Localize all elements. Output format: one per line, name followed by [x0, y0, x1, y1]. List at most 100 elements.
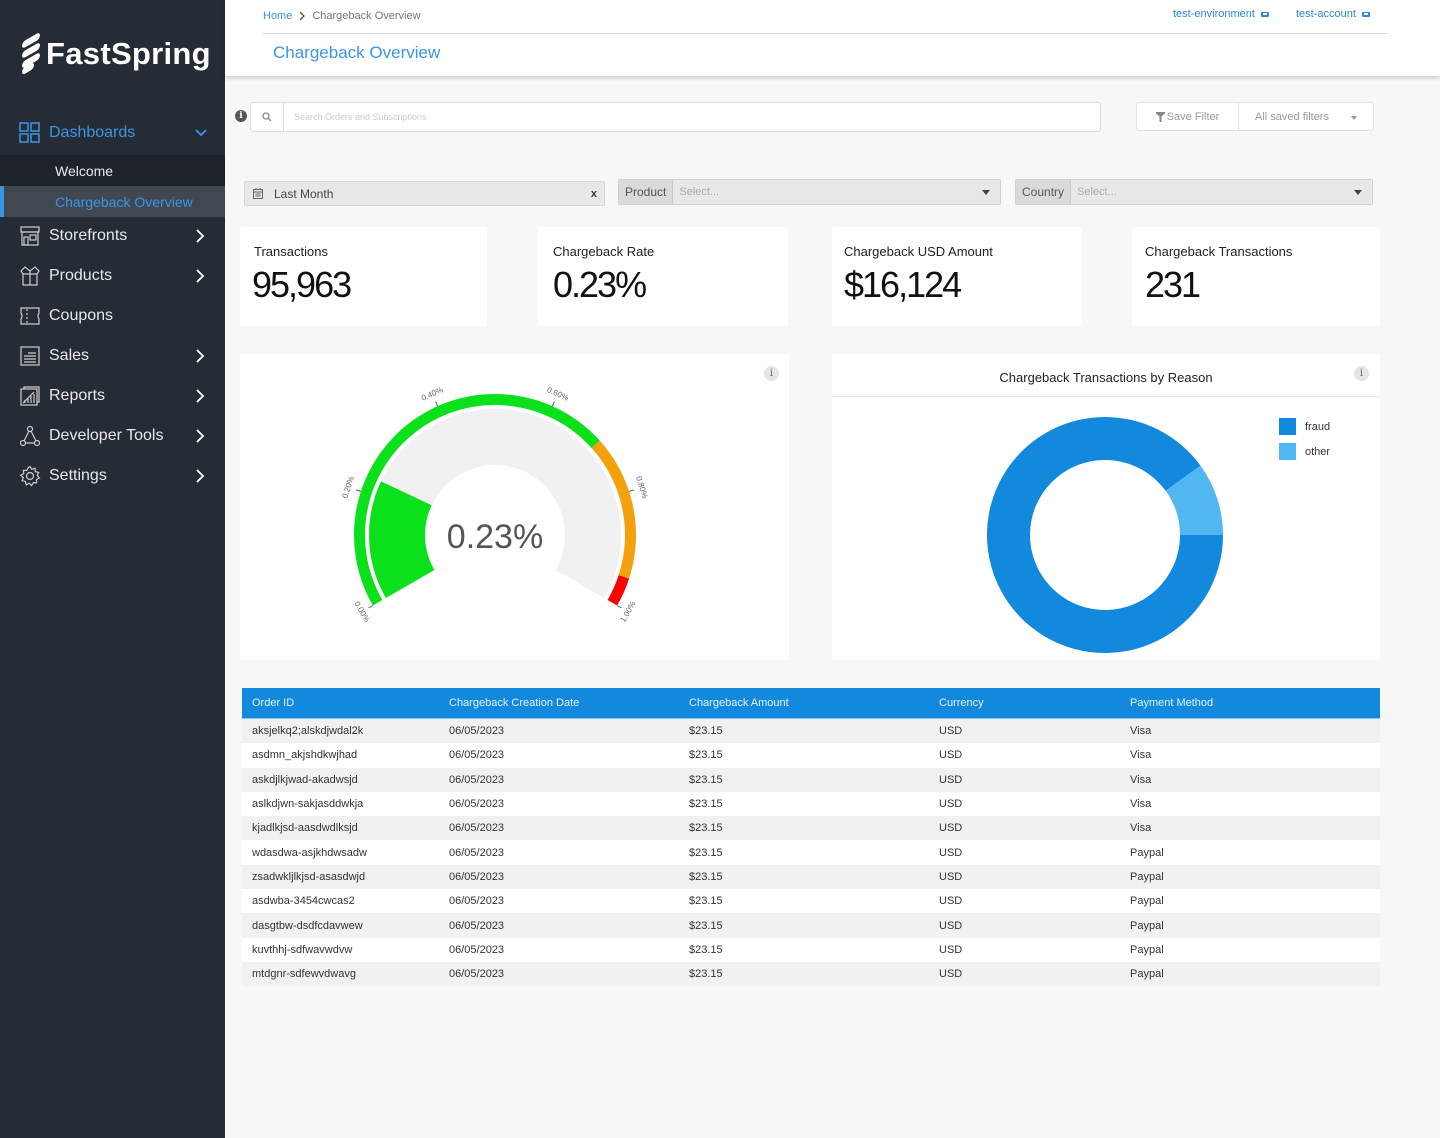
sidebar-item-sales[interactable]: Sales — [0, 336, 225, 376]
sidebar-item-dashboards[interactable]: Dashboards — [0, 113, 225, 153]
amount-cell: $23.15 — [689, 943, 723, 956]
sidebar: FastSpring Dashboards Welcome Chargeback… — [0, 0, 225, 1138]
caret-down-icon — [1351, 116, 1357, 120]
sidebar-item-reports[interactable]: Reports — [0, 376, 225, 416]
table-row[interactable]: dasgtbw-dsdfcdavwew 06/05/2023 $23.15 USD Pa… — [242, 913, 1380, 938]
sidebar-item-label: Sales — [49, 347, 90, 364]
table-row[interactable]: mtdgnr-sdfewvdwavg 06/05/2023 $23.15 USD Pay… — [242, 961, 1380, 987]
order-id-cell: dasgtbw-dsdfcdavwew — [252, 919, 363, 932]
order-id-cell: kuvthhj-sdfwavwdvw — [252, 943, 353, 956]
breadcrumb-home-link[interactable]: Home — [263, 10, 292, 22]
chevron-right-icon — [196, 469, 205, 483]
kpi-value: 95,963 — [252, 264, 352, 305]
product-filter-label: Product — [619, 180, 674, 204]
environment-label: test-environment — [1173, 8, 1255, 20]
legend-swatch — [1279, 418, 1296, 435]
gauge-tick — [355, 489, 362, 492]
payment-method-cell: Paypal — [1130, 870, 1164, 883]
account-selector[interactable]: test-account — [1296, 8, 1370, 20]
column-header[interactable]: Chargeback Creation Date — [449, 697, 579, 709]
kpi-label: Transactions — [254, 244, 328, 259]
amount-cell: $23.15 — [689, 895, 723, 908]
country-filter-label: Country — [1016, 180, 1072, 204]
sales-list-icon — [20, 346, 40, 366]
gauge-tick — [551, 401, 555, 407]
sidebar-item-settings[interactable]: Settings — [0, 456, 225, 496]
grid-icon — [19, 122, 40, 143]
sidebar-subitem-chargeback-overview[interactable]: Chargeback Overview — [0, 186, 225, 217]
info-icon[interactable]: i — [764, 366, 779, 381]
funnel-icon — [1155, 111, 1165, 122]
table-row[interactable]: kjadlkjsd-aasdwdlksjd 06/05/2023 $23.15 USD… — [242, 816, 1380, 841]
chevron-right-icon — [299, 11, 306, 21]
currency-cell: USD — [939, 822, 963, 835]
date-cell: 06/05/2023 — [449, 919, 505, 932]
date-range-value: Last Month — [274, 186, 334, 201]
column-header[interactable]: Payment Method — [1130, 697, 1213, 709]
gauge-tick — [616, 605, 622, 609]
order-id-cell: mtdgnr-sdfewvdwavg — [252, 968, 356, 981]
sidebar-item-products[interactable]: Products — [0, 256, 225, 296]
date-cell: 06/05/2023 — [449, 725, 505, 738]
saved-filters-dropdown[interactable]: All saved filters — [1239, 103, 1373, 130]
table-row[interactable]: wdasdwa-asjkhdwsadw 06/05/2023 $23.15 USD Pa… — [242, 840, 1380, 865]
search-info-icon[interactable]: i — [235, 110, 247, 122]
caret-down-icon — [982, 190, 990, 195]
account-label: test-account — [1296, 8, 1356, 20]
network-icon — [19, 425, 41, 447]
legend-item-other[interactable]: other — [1279, 443, 1330, 460]
gauge-value-label: 0.23% — [447, 518, 543, 556]
column-header[interactable]: Order ID — [252, 697, 294, 709]
currency-cell: USD — [939, 968, 963, 981]
date-range-filter[interactable]: Last Month x — [244, 181, 605, 206]
payment-method-cell: Visa — [1130, 749, 1152, 762]
kpi-value: 0.23% — [553, 264, 647, 305]
payment-method-cell: Paypal — [1130, 846, 1164, 859]
order-id-cell: askdjlkjwad-akadwsjd — [252, 773, 358, 786]
date-cell: 06/05/2023 — [449, 895, 505, 908]
save-filter-button[interactable]: Save Filter — [1137, 103, 1239, 130]
calendar-icon — [253, 188, 263, 199]
table-row[interactable]: kuvthhj-sdfwavwdvw 06/05/2023 $23.15 USD Pay… — [242, 937, 1380, 962]
fastspring-logo[interactable]: FastSpring — [22, 31, 211, 76]
table-row[interactable]: asdmn_akjshdkwjhad 06/05/2023 $23.15 USD Vis… — [242, 743, 1380, 768]
kpi-label: Chargeback Transactions — [1145, 244, 1293, 259]
chargeback-table: Order ID Chargeback Creation Date Chargeba… — [242, 688, 1380, 987]
legend-item-fraud[interactable]: fraud — [1279, 418, 1330, 435]
search-button[interactable] — [251, 103, 284, 131]
sidebar-item-coupons[interactable]: Coupons — [0, 296, 225, 336]
environment-selector[interactable]: test-environment — [1173, 8, 1269, 20]
table-row[interactable]: zsadwkljlkjsd-asasdwjd 06/05/2023 $23.15 US… — [242, 864, 1380, 890]
table-row[interactable]: aksjelkq2;alskdjwdal2k 06/05/2023 $23.15 US… — [242, 719, 1380, 744]
sidebar-subitem-welcome[interactable]: Welcome — [0, 155, 225, 186]
table-header: Order ID Chargeback Creation Date Chargeba… — [242, 688, 1380, 719]
gauge-tick-label: 1.00% — [618, 600, 637, 624]
page-header: Home Chargeback Overview test-environmen… — [225, 0, 1440, 76]
column-header[interactable]: Chargeback Amount — [689, 697, 789, 709]
amount-cell: $23.15 — [689, 919, 723, 932]
order-id-cell: wdasdwa-asjkhdwsadw — [252, 846, 367, 859]
clear-date-icon[interactable]: x — [591, 188, 597, 200]
table-row[interactable]: asdwba-3454cwcas2 06/05/2023 $23.15 USD Payp… — [242, 889, 1380, 914]
table-row[interactable]: askdjlkjwad-akadwsjd 06/05/2023 $23.15 USD V… — [242, 767, 1380, 792]
kpi-value: 231 — [1145, 264, 1201, 305]
sidebar-item-label: Dashboards — [49, 124, 136, 141]
currency-cell: USD — [939, 943, 963, 956]
sidebar-item-developer-tools[interactable]: Developer Tools — [0, 416, 225, 456]
currency-cell: USD — [939, 846, 963, 859]
country-filter[interactable]: Country Select... — [1015, 179, 1373, 205]
legend-label: other — [1305, 445, 1331, 458]
table-row[interactable]: aslkdjwn-sakjasddwkja 06/05/2023 $23.15 USD… — [242, 791, 1380, 817]
product-filter[interactable]: Product Select... — [618, 179, 1001, 205]
payment-method-cell: Paypal — [1130, 968, 1164, 981]
kpi-value: $16,124 — [844, 264, 962, 305]
amount-cell: $23.15 — [689, 870, 723, 883]
search-input[interactable] — [284, 103, 1100, 131]
column-header[interactable]: Currency — [939, 697, 984, 709]
date-cell: 06/05/2023 — [449, 870, 505, 883]
date-cell: 06/05/2023 — [449, 943, 505, 956]
order-id-cell: aksjelkq2;alskdjwdal2k — [252, 725, 364, 738]
sidebar-item-storefronts[interactable]: Storefronts — [0, 216, 225, 256]
product-filter-placeholder: Select... — [679, 186, 720, 198]
payment-method-cell: Visa — [1130, 773, 1152, 786]
